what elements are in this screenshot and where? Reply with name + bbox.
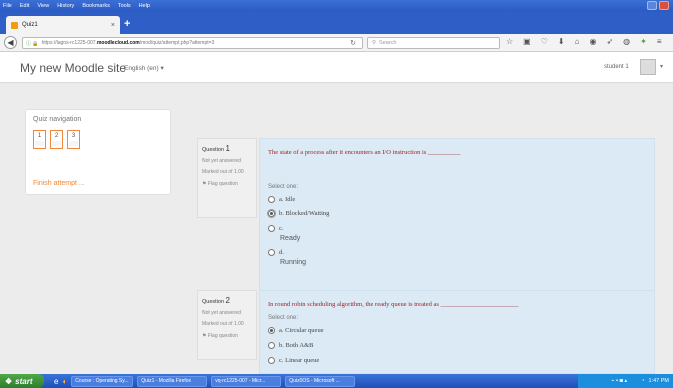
new-tab-button[interactable]: + — [124, 18, 130, 30]
question-number: Question 1 — [202, 144, 230, 153]
close-tab-icon[interactable]: × — [111, 22, 115, 29]
flag-question-button[interactable]: ⚑ Flag question — [202, 181, 252, 187]
flag-icon: ⚑ — [202, 181, 207, 187]
option-c-text: Ready — [280, 235, 301, 242]
firefox-icon[interactable]: ◐ — [62, 377, 67, 386]
question-2-content: In round robin scheduling algorithm, the… — [259, 290, 655, 374]
url-path: /mod/quiz/attempt.php?attempt=3 — [139, 40, 215, 46]
windows-taskbar: ❖ start e ◐ Course : Operating Sy... Qui… — [0, 374, 673, 388]
taskbar-item-quiz0os[interactable]: Quiz0OS - Microsoft ... — [285, 375, 356, 387]
quiz-navigation-title: Quiz navigation — [33, 116, 82, 123]
select-one-label: Select one: — [268, 315, 299, 321]
send-icon[interactable]: ➶ — [606, 37, 613, 46]
window-controls — [647, 1, 669, 10]
menu-view[interactable]: View — [37, 3, 49, 9]
option-a[interactable]: a. Circular queue — [268, 327, 324, 334]
radio-button[interactable] — [268, 249, 275, 256]
radio-button[interactable] — [268, 342, 275, 349]
start-button[interactable]: ❖ start — [0, 374, 44, 388]
tab-title: Quiz1 — [22, 22, 38, 28]
option-a[interactable]: a. Idle — [268, 196, 295, 203]
question-number: Question 2 — [202, 296, 230, 305]
menu-history[interactable]: History — [57, 3, 74, 9]
site-header: My new Moodle site English (en) ▾ studen… — [0, 52, 673, 83]
bookmark-star-icon[interactable]: ☆ — [506, 37, 513, 46]
option-c[interactable]: c. Linear queue — [268, 357, 319, 364]
extension-icon[interactable]: ✦ — [640, 37, 647, 46]
system-tray: ⌁ ▪ ◙ ▴ ◔ 1:47 PM — [578, 374, 673, 388]
site-name[interactable]: My new Moodle site — [20, 61, 126, 75]
question-marks: Marked out of 1.00 — [202, 169, 244, 175]
question-2-info: Question 2 Not yet answered Marked out o… — [197, 290, 257, 360]
radio-button-selected[interactable] — [268, 327, 275, 334]
menu-help[interactable]: Help — [139, 3, 150, 9]
language-menu[interactable]: English (en) ▾ — [124, 64, 164, 72]
user-name[interactable]: student 1 — [604, 64, 629, 70]
ie-icon[interactable]: e — [54, 377, 58, 386]
radio-button[interactable] — [268, 225, 275, 232]
option-d[interactable]: d. — [268, 249, 284, 256]
question-status: Not yet answered — [202, 310, 241, 316]
browser-tab[interactable]: Quiz1 × — [6, 16, 120, 34]
option-b[interactable]: b. Blocked/Waiting — [267, 209, 329, 218]
search-placeholder: Search — [379, 40, 397, 46]
reload-icon[interactable]: ↻ — [350, 39, 356, 47]
url-bar[interactable]: ⓘ 🔒 https://lagos-rc1225-007. moodleclou… — [22, 37, 363, 49]
page-content: Quiz navigation 1 2 3 Finish attempt ...… — [0, 84, 673, 374]
option-c[interactable]: c. — [268, 225, 284, 232]
menu-bar: File Edit View History Bookmarks Tools H… — [0, 0, 673, 12]
minimize-button[interactable] — [647, 1, 657, 10]
menu-tools[interactable]: Tools — [118, 3, 131, 9]
quiz-nav-button-3[interactable]: 3 — [67, 130, 80, 149]
moodle-favicon-icon — [11, 21, 18, 29]
finish-attempt-link[interactable]: Finish attempt ... — [33, 180, 85, 187]
question-text: The state of a process after it encounte… — [268, 149, 461, 156]
info-lock-icon: ⓘ 🔒 — [26, 40, 39, 47]
flag-icon: ⚑ — [202, 333, 207, 339]
chat-icon[interactable]: ◉ — [589, 37, 596, 46]
search-icon: ⚲ — [372, 40, 377, 46]
quiz-nav-button-2[interactable]: 2 — [50, 130, 63, 149]
question-text: In round robin scheduling algorithm, the… — [268, 301, 519, 308]
taskbar-item-vq[interactable]: vq-rc1225-007 - Micr... — [211, 375, 282, 387]
search-input[interactable]: ⚲ Search — [367, 37, 500, 49]
network-icon[interactable]: ◔ — [641, 378, 644, 384]
select-one-label: Select one: — [268, 184, 299, 190]
menu-file[interactable]: File — [3, 3, 12, 9]
radio-button-selected[interactable] — [267, 209, 276, 218]
taskbar-item-quiz1[interactable]: Quiz1 - Mozilla Firefox — [137, 375, 208, 387]
tab-strip: Quiz1 × + — [0, 12, 673, 34]
question-status: Not yet answered — [202, 158, 241, 164]
toolbar-icons: ☆ ▣ ♡ ⬇ ⌂ ◉ ➶ ◍ ✦ ≡ — [506, 37, 662, 46]
url-prefix: https://lagos-rc1225-007. — [41, 40, 97, 46]
option-b[interactable]: b. Both A&B — [268, 342, 314, 349]
clipboard-icon[interactable]: ▣ — [523, 37, 531, 46]
download-icon[interactable]: ⬇ — [558, 37, 565, 46]
back-arrow-icon[interactable]: ◀ — [4, 36, 17, 49]
radio-button[interactable] — [268, 196, 275, 203]
quiz-nav-button-1[interactable]: 1 — [33, 130, 46, 149]
menu-bookmarks[interactable]: Bookmarks — [82, 3, 110, 9]
windows-logo-icon: ❖ — [5, 376, 13, 386]
taskbar-item-course[interactable]: Course : Operating Sy... — [71, 375, 134, 387]
chevron-down-icon[interactable]: ▾ — [660, 63, 663, 70]
question-1-info: Question 1 Not yet answered Marked out o… — [197, 138, 257, 218]
menu-edit[interactable]: Edit — [20, 3, 29, 9]
nav-bar: ◀ ⓘ 🔒 https://lagos-rc1225-007. moodlecl… — [0, 34, 673, 52]
tray-icons[interactable]: ⌁ ▪ ◙ ▴ — [611, 378, 627, 384]
avatar[interactable] — [640, 59, 656, 75]
flag-question-button[interactable]: ⚑ Flag question — [202, 333, 252, 339]
pocket-icon[interactable]: ♡ — [541, 37, 548, 46]
question-marks: Marked out of 1.00 — [202, 321, 244, 327]
close-window-button[interactable] — [659, 1, 669, 10]
home-icon[interactable]: ⌂ — [575, 37, 580, 46]
hamburger-menu-icon[interactable]: ≡ — [657, 37, 662, 46]
clock: 1:47 PM — [648, 378, 669, 384]
option-d-text: Running — [280, 259, 307, 266]
radio-button[interactable] — [268, 357, 275, 364]
quiz-navigation-block: Quiz navigation 1 2 3 Finish attempt ... — [25, 109, 171, 195]
url-host: moodlecloud.com — [96, 40, 140, 46]
addon-icon[interactable]: ◍ — [623, 37, 630, 46]
